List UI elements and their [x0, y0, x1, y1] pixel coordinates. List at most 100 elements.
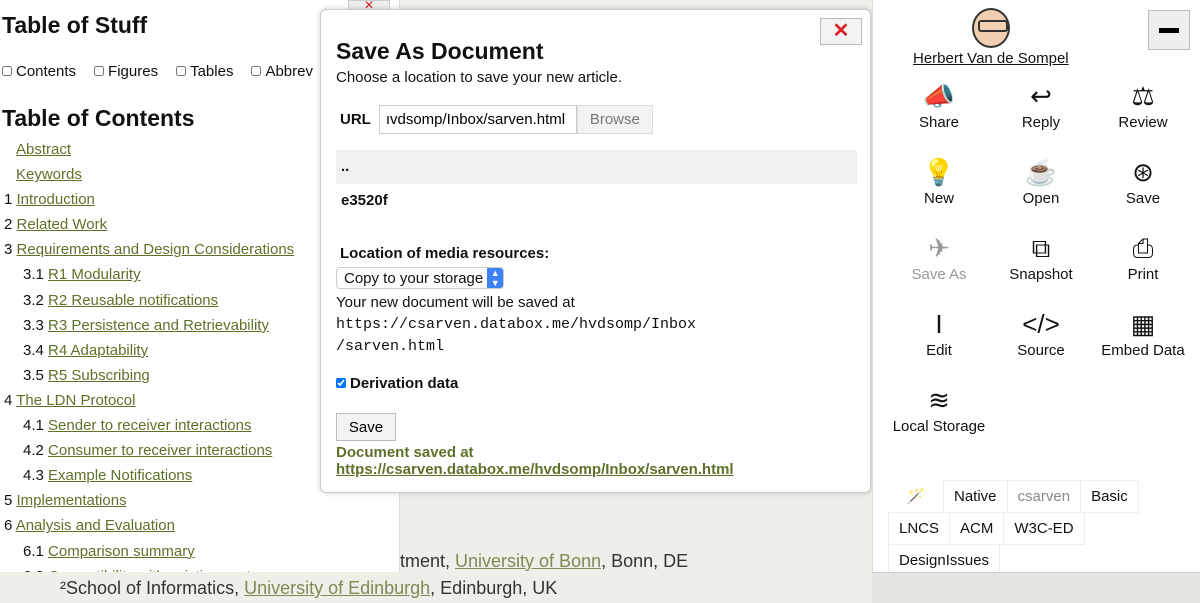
toggle-contents[interactable]: Contents	[2, 63, 76, 80]
toc-link[interactable]: Abstract	[16, 141, 71, 158]
saved-message: Document saved at https://csarven.databo…	[336, 444, 870, 478]
open-icon: ☕	[1024, 157, 1058, 187]
style-switcher: 🪄 Native csarven Basic LNCS ACM W3C-ED DesignIs…	[888, 480, 1188, 577]
bottom-bar	[872, 572, 1200, 603]
actions-panel: Herbert Van de Sompel 📣 Share ↩ Reply ⚖ Revie…	[872, 0, 1200, 577]
toc-link[interactable]: Related Work	[17, 216, 108, 233]
toc-link[interactable]: Consumer to receiver interactions	[48, 442, 272, 459]
new-icon: 💡	[922, 157, 956, 187]
action-label: Source	[1017, 342, 1065, 359]
toc-link[interactable]: Sender to receiver interactions	[48, 417, 251, 434]
action-local-storage[interactable]: ≋ Local Storage	[888, 382, 990, 451]
toc-item: Keywords	[0, 162, 294, 187]
toc-link[interactable]: R4 Adaptability	[48, 342, 148, 359]
toc-item: 6.1 Comparison summary	[0, 539, 294, 564]
toc-link[interactable]: R2 Reusable notifications	[48, 292, 218, 309]
action-share[interactable]: 📣 Share	[888, 78, 990, 147]
toc-link[interactable]: Example Notifications	[48, 467, 192, 484]
user-name-link[interactable]: Herbert Van de Sompel	[913, 50, 1069, 67]
toc-link[interactable]: The LDN Protocol	[16, 392, 135, 409]
affil-link[interactable]: University of Edinburgh	[244, 578, 430, 598]
action-label: Review	[1118, 114, 1168, 131]
style-basic[interactable]: Basic	[1080, 480, 1139, 513]
toc-link[interactable]: Keywords	[16, 166, 82, 183]
toc-link[interactable]: R3 Persistence and Retrievability	[48, 317, 269, 334]
action-source[interactable]: </> Source	[990, 306, 1092, 375]
action-label: Open	[1022, 190, 1060, 207]
browse-button[interactable]: Browse	[576, 105, 653, 134]
snapshot-icon: ⧉	[1031, 233, 1051, 263]
checkbox[interactable]	[94, 66, 105, 76]
saved-at-url: /sarven.html	[336, 338, 445, 355]
checkbox[interactable]	[251, 66, 262, 76]
panel-title: Table of Stuff	[2, 12, 148, 38]
toc-number: 4	[4, 391, 13, 409]
collapse-button[interactable]	[1148, 10, 1190, 50]
source-icon: </>	[1022, 309, 1060, 339]
action-new[interactable]: 💡 New	[888, 154, 990, 223]
action-embed-data[interactable]: ▦ Embed Data	[1092, 306, 1194, 375]
saved-link[interactable]: https://csarven.databox.me/hvdsomp/Inbox…	[336, 461, 734, 478]
toc-link[interactable]: R5 Subscribing	[48, 367, 150, 384]
reply-icon: ↩	[1030, 81, 1052, 111]
toc-link[interactable]: Comparison summary	[48, 543, 195, 560]
toc-item: 4.3 Example Notifications	[0, 463, 294, 488]
toc-item: 6.2 Compatibility with existing systems	[0, 564, 294, 572]
toc-item: 3.1 R1 Modularity	[0, 262, 294, 287]
toc-item: 4.2 Consumer to receiver interactions	[0, 438, 294, 463]
checkbox[interactable]	[176, 66, 187, 76]
style-w3c-ed[interactable]: W3C-ED	[1003, 512, 1085, 545]
url-input[interactable]	[378, 105, 577, 134]
action-edit[interactable]: I Edit	[888, 306, 990, 375]
toggle-figures[interactable]: Figures	[94, 63, 158, 80]
edit-icon: I	[935, 309, 943, 339]
action-grid: 📣 Share ↩ Reply ⚖ Review 💡 New ☕ Open ⊛ Save ✈ Save A…	[888, 78, 1194, 451]
toc-item: 2 Related Work	[0, 212, 294, 237]
media-label: Location of media resources:	[340, 245, 550, 262]
action-label: New	[923, 190, 954, 207]
media-select[interactable]: Copy to your storage ▲ ▼	[336, 267, 505, 289]
toc-number: 5	[4, 492, 13, 510]
dir-parent[interactable]: ..	[336, 150, 857, 184]
toc-link[interactable]: Analysis and Evaluation	[16, 517, 175, 534]
style-acm[interactable]: ACM	[949, 512, 1005, 545]
toggle-label: Figures	[108, 63, 159, 80]
toc-item: 3.2 R2 Reusable notifications	[0, 288, 294, 313]
derivation-checkbox[interactable]	[336, 378, 346, 388]
action-label: Save	[1125, 190, 1161, 207]
style-csarven[interactable]: csarven	[1006, 480, 1082, 513]
toc-link[interactable]: Requirements and Design Considerations	[17, 241, 295, 258]
close-button[interactable]: ✕	[820, 18, 862, 45]
toc-link[interactable]: Implementations	[17, 492, 127, 509]
action-save[interactable]: ⊛ Save	[1092, 154, 1194, 223]
media-option: Copy to your storage	[344, 270, 484, 287]
toc-link[interactable]: Introduction	[17, 191, 95, 208]
style-native[interactable]: Native	[943, 480, 1008, 513]
toc-item: Abstract	[0, 137, 294, 162]
affil-link[interactable]: University of Bonn	[455, 551, 601, 571]
local-storage-icon: ≋	[928, 385, 950, 415]
toc-number: 3.5	[23, 366, 44, 384]
embed-data-icon: ▦	[1130, 309, 1156, 339]
magic-wand-icon[interactable]: 🪄	[888, 480, 944, 513]
toc-link[interactable]: Compatibility with existing systems	[48, 568, 279, 572]
style-lncs[interactable]: LNCS	[888, 512, 951, 545]
toc-number: 4.3	[23, 467, 44, 485]
affil-text: , Edinburgh, UK	[430, 578, 558, 598]
action-save-as[interactable]: ✈ Save As	[888, 230, 990, 299]
toggle-tables[interactable]: Tables	[176, 63, 233, 80]
save-as-dialog: ✕ Save As Document Choose a location to …	[320, 9, 871, 493]
action-reply[interactable]: ↩ Reply	[990, 78, 1092, 147]
checkbox[interactable]	[2, 66, 12, 76]
dir-item[interactable]: e3520f	[336, 184, 857, 218]
save-button[interactable]: Save	[336, 413, 396, 441]
action-open[interactable]: ☕ Open	[990, 154, 1092, 223]
minus-icon	[1159, 28, 1179, 33]
toggle-abbrev[interactable]: Abbrev	[251, 63, 313, 80]
action-print[interactable]: ⎙ Print	[1092, 230, 1194, 299]
action-review[interactable]: ⚖ Review	[1092, 78, 1194, 147]
toc-link[interactable]: R1 Modularity	[48, 266, 141, 283]
action-label: Reply	[1021, 114, 1061, 131]
avatar[interactable]	[971, 8, 1010, 48]
action-snapshot[interactable]: ⧉ Snapshot	[990, 230, 1092, 299]
